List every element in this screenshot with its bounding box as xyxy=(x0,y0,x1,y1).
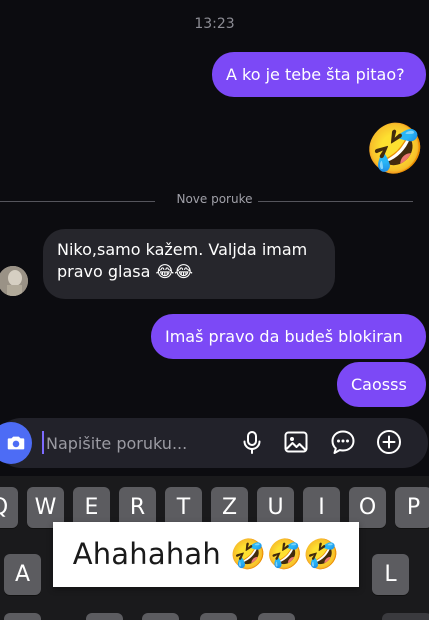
key-bottom-row[interactable] xyxy=(86,613,123,620)
message-bubble-incoming[interactable]: Niko,samo kažem. Valjda imam pravo glasa… xyxy=(43,229,335,299)
message-timestamp: 13:23 xyxy=(194,16,235,32)
key-q[interactable]: Q xyxy=(0,487,18,528)
add-icon[interactable] xyxy=(376,429,402,455)
microphone-icon[interactable] xyxy=(239,429,265,455)
caption-overlay: Ahahahah 🤣🤣🤣 xyxy=(53,522,359,587)
message-text: Niko,samo kažem. Valjda imam pravo glasa… xyxy=(57,240,308,281)
sticker-icon[interactable] xyxy=(330,429,356,455)
key-bottom-row[interactable] xyxy=(142,613,179,620)
caption-text: Ahahahah 🤣🤣🤣 xyxy=(72,537,340,571)
key-bottom-row[interactable] xyxy=(258,613,295,620)
image-icon[interactable] xyxy=(283,429,309,455)
key-p[interactable]: P xyxy=(395,487,429,528)
camera-icon xyxy=(7,436,25,450)
message-bubble-outgoing[interactable]: Imaš pravo da budeš blokiran xyxy=(151,314,426,359)
key-bottom-row[interactable] xyxy=(382,613,429,620)
message-input[interactable] xyxy=(46,432,226,454)
key-a[interactable]: A xyxy=(4,554,41,595)
message-text: Imaš pravo da budeš blokiran xyxy=(165,326,403,346)
key-bottom-row[interactable] xyxy=(4,613,41,620)
key-bottom-row[interactable] xyxy=(200,613,237,620)
message-bubble-outgoing[interactable]: Caosss xyxy=(337,362,426,407)
text-cursor xyxy=(42,431,44,454)
key-l[interactable]: L xyxy=(372,554,409,595)
new-messages-label: Nove poruke xyxy=(176,192,253,206)
emoji-message[interactable]: 🤣 xyxy=(365,122,425,176)
message-text: Caosss xyxy=(351,374,407,394)
chat-screen: 13:23 A ko je tebe šta pitao? 🤣 Nove por… xyxy=(0,0,429,620)
message-text: A ko je tebe šta pitao? xyxy=(226,64,405,84)
avatar[interactable] xyxy=(0,266,28,296)
message-bubble-outgoing[interactable]: A ko je tebe šta pitao? xyxy=(212,52,426,97)
